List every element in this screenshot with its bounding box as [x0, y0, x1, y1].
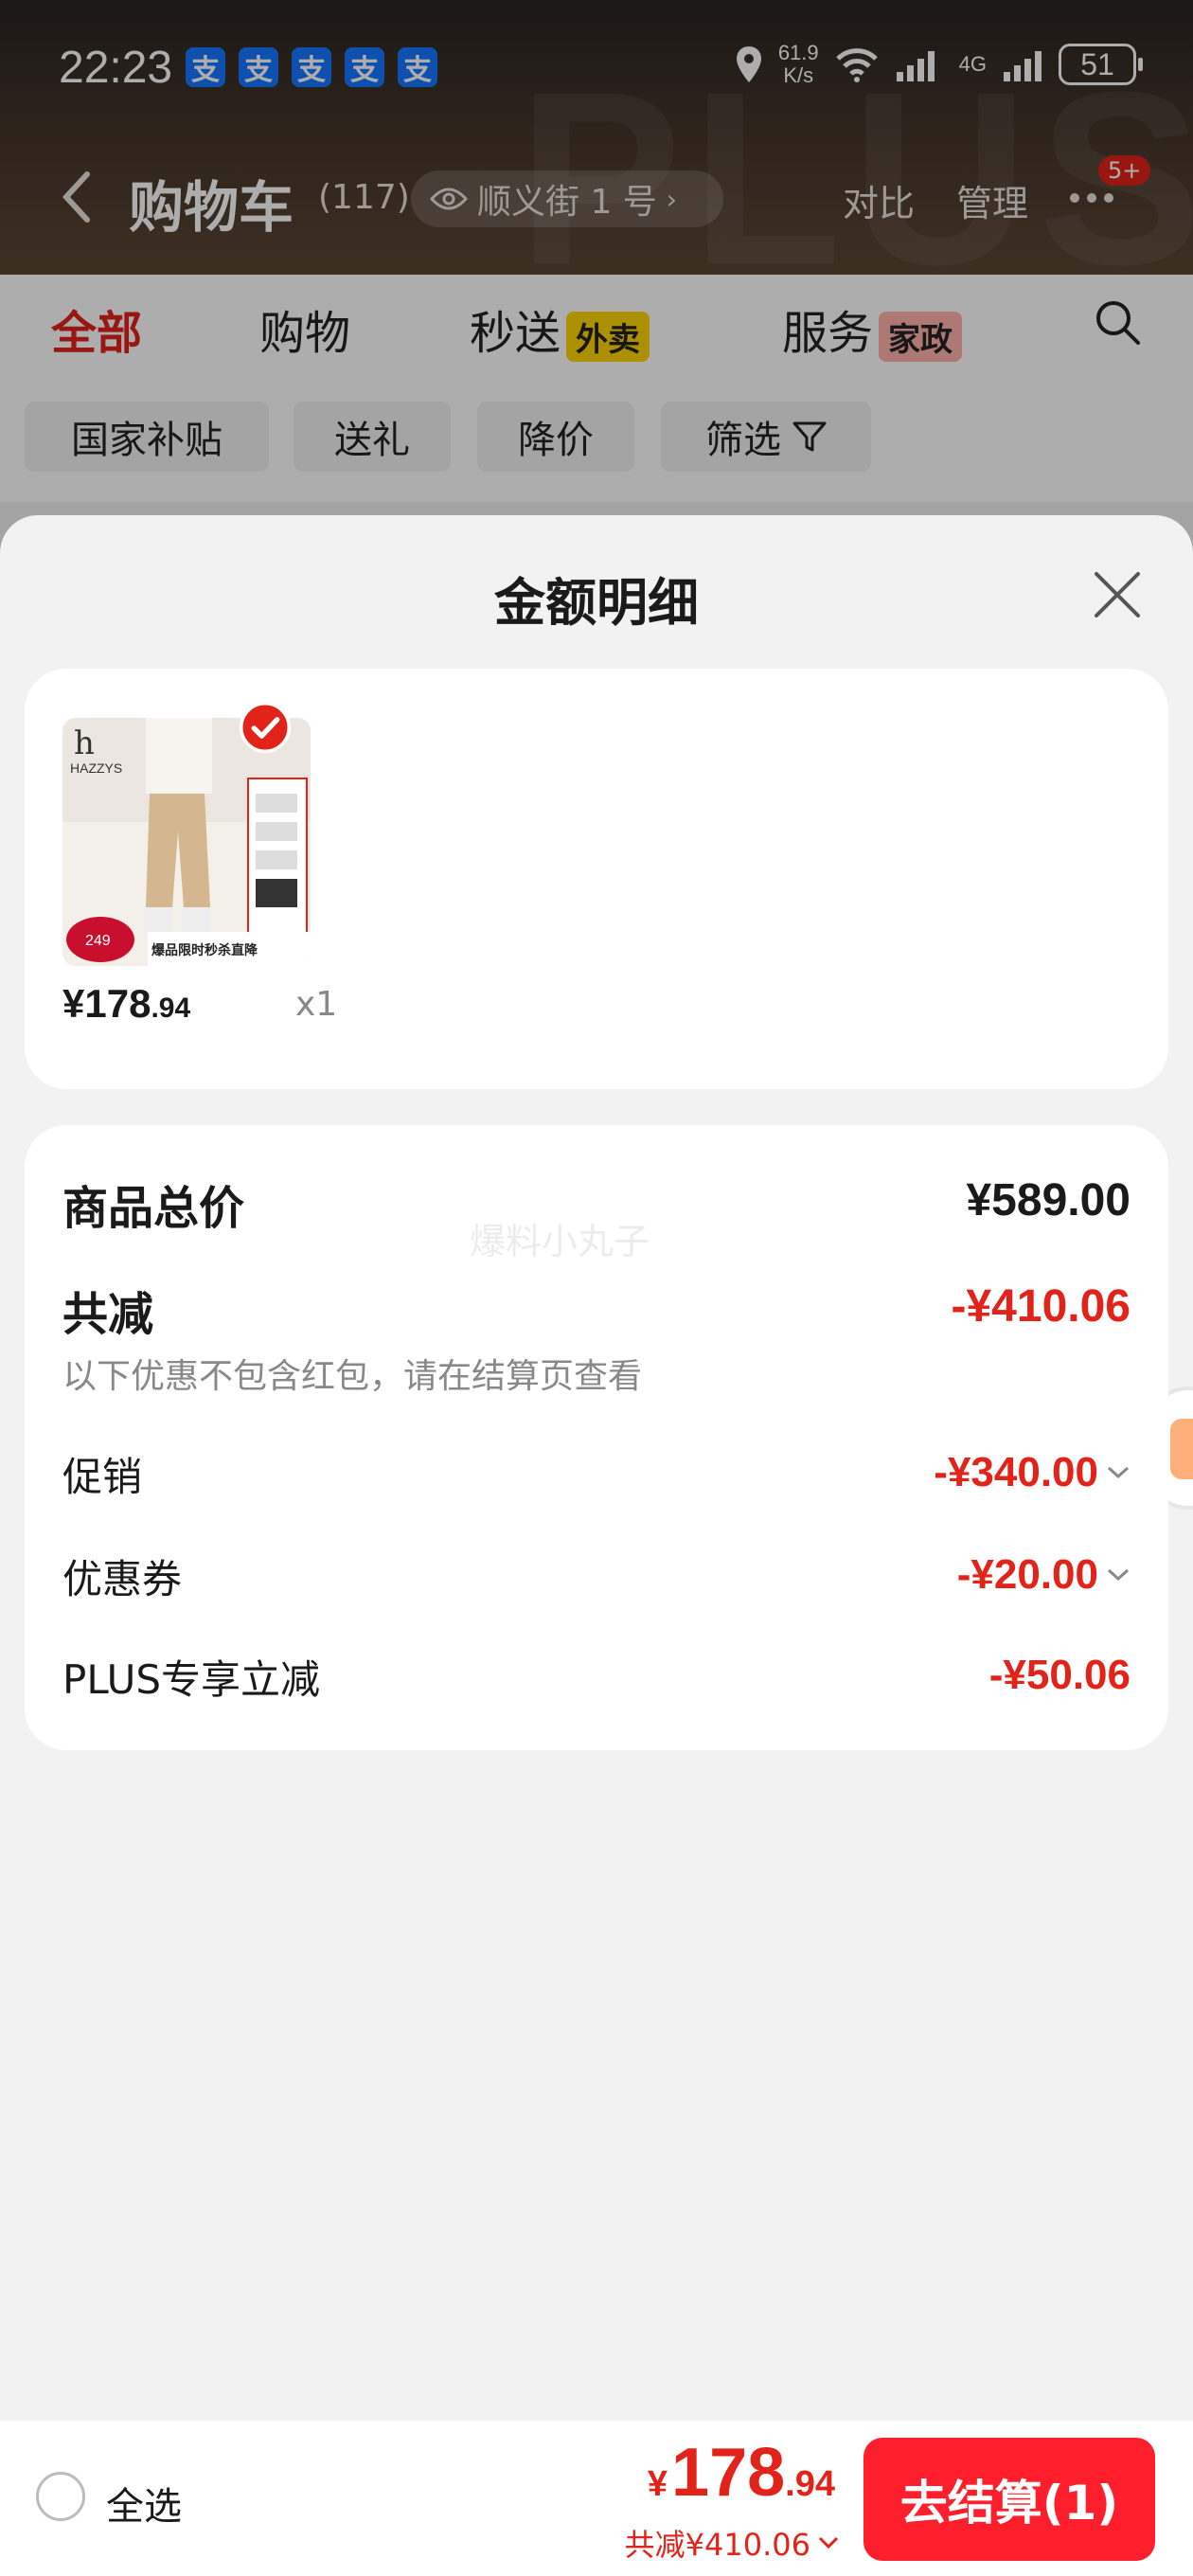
list-icon: [1170, 1419, 1193, 1479]
checkout-button[interactable]: 去结算(1): [864, 2438, 1155, 2561]
price-summary-card: 爆料小丸子 商品总价 ¥589.00 共减 -¥410.06 以下优惠不包含红包…: [25, 1125, 1168, 1750]
close-icon[interactable]: [1091, 568, 1144, 621]
selected-check-icon: [239, 701, 292, 754]
sheet-title: 金额明细: [494, 573, 699, 633]
select-all-label[interactable]: 全选: [106, 2476, 182, 2531]
promotion-label: 促销: [62, 1454, 143, 1500]
cart-total-price: ¥ 178 .94: [647, 2435, 835, 2511]
chevron-down-icon: [818, 2536, 839, 2549]
product-image[interactable]: h HAZZYS 爆品限时秒杀直降 249: [62, 718, 311, 966]
svg-text:249: 249: [85, 933, 111, 949]
plus-discount-value: -¥50.06: [988, 1652, 1131, 1698]
product-quantity: x1: [295, 985, 338, 1024]
discount-value: -¥410.06: [951, 1281, 1131, 1332]
coupon-label: 优惠券: [62, 1556, 183, 1602]
product-price: ¥178.94: [62, 981, 191, 1026]
discount-note: 以下优惠不包含红包，请在结算页查看: [62, 1357, 643, 1396]
promotion-value[interactable]: -¥340.00: [934, 1449, 1131, 1496]
total-price-label: 商品总价: [62, 1182, 245, 1235]
amount-detail-sheet: 金额明细 h HAZZYS 爆品限时秒杀直降 249 ¥178.94 x1 爆料…: [0, 515, 1193, 2576]
coupon-value[interactable]: -¥20.00: [957, 1551, 1131, 1599]
total-price-value: ¥589.00: [966, 1175, 1131, 1225]
svg-text:爆品限时秒杀直降: 爆品限时秒杀直降: [151, 942, 258, 958]
plus-discount-label: PLUS专享立减: [62, 1656, 321, 1703]
cart-discount-toggle[interactable]: 共减¥410.06: [625, 2521, 839, 2565]
discount-label: 共减: [62, 1288, 154, 1341]
watermark: 爆料小丸子: [470, 1221, 650, 1262]
chevron-down-icon: [1107, 1568, 1130, 1582]
product-card: h HAZZYS 爆品限时秒杀直降 249 ¥178.94 x1: [25, 669, 1168, 1089]
svg-text:h: h: [74, 724, 95, 762]
product-photo: h HAZZYS 爆品限时秒杀直降 249: [62, 718, 311, 966]
select-all-checkbox[interactable]: [36, 2472, 85, 2521]
checkout-bar: 全选 ¥ 178 .94 共减¥410.06 去结算(1): [0, 2421, 1193, 2576]
svg-text:HAZZYS: HAZZYS: [70, 760, 122, 776]
chevron-down-icon: [1107, 1466, 1130, 1479]
